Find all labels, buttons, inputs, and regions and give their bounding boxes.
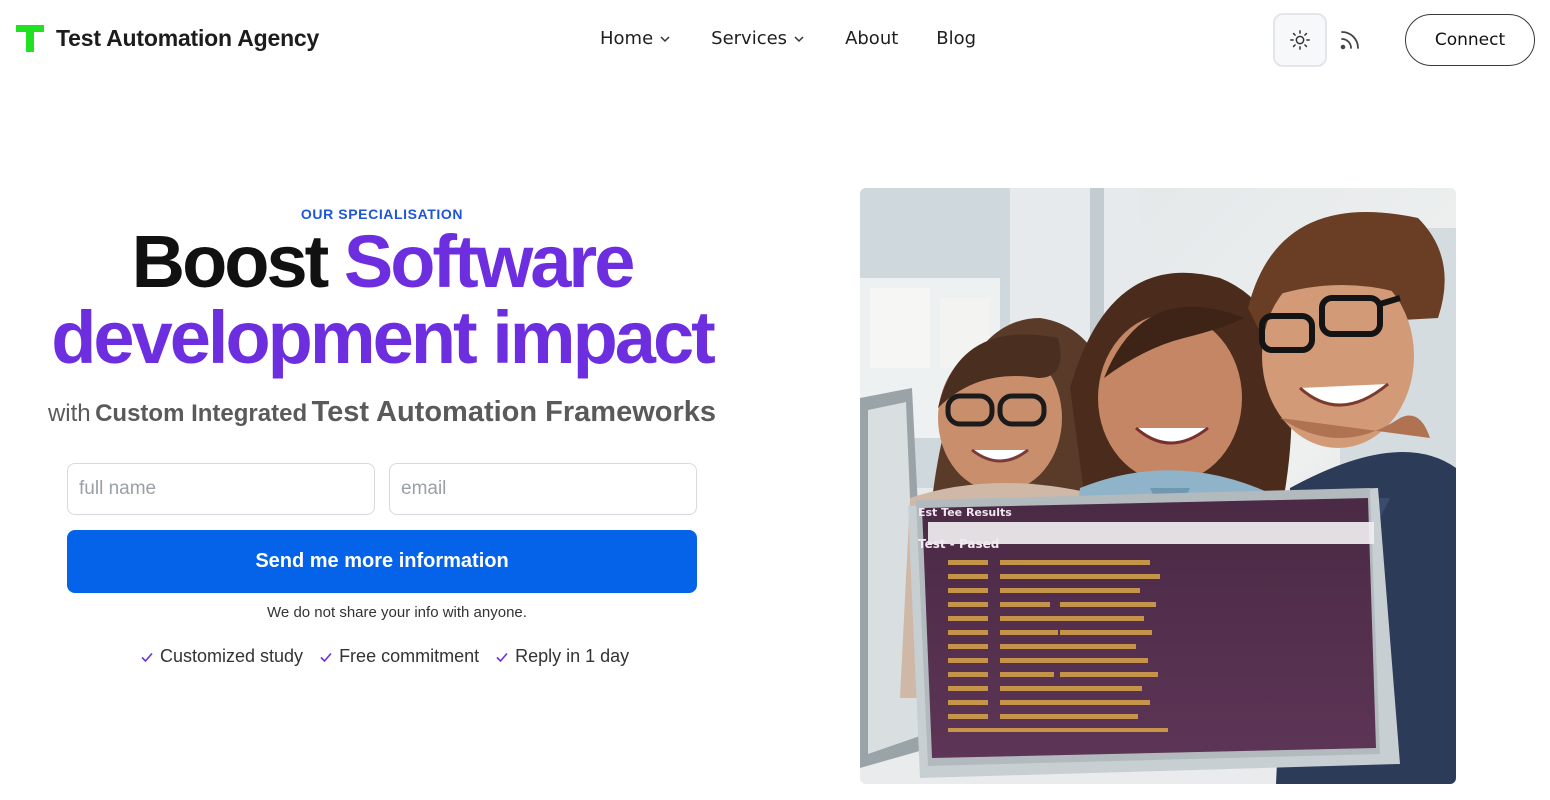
benefit-item: Customized study [140,646,303,667]
benefit-label: Customized study [160,646,304,666]
subhead-part-1: with [47,400,91,427]
connect-button[interactable]: Connect [1405,14,1535,66]
benefit-label: Free commitment [339,646,480,666]
send-info-button[interactable]: Send me more information [67,530,697,593]
rss-feed-button[interactable] [1336,26,1364,54]
sun-icon [1290,30,1310,50]
nav-home-label: Home [600,28,654,49]
check-icon [320,652,332,662]
site-header: Test Automation Agency Home Services Abo… [0,0,1550,80]
nav-blog[interactable]: Blog [936,28,976,49]
hero-headline: Boost Software development impact [0,224,764,376]
benefits-list: Customized study Free commitment Reply i… [140,646,645,667]
rss-icon [1340,31,1359,50]
chevron-down-icon [794,35,804,42]
logo-t-icon [16,25,44,52]
headline-purple-word: Software [343,220,636,303]
full-name-input[interactable] [67,463,375,515]
theme-toggle-button[interactable] [1273,13,1327,67]
subhead-part-3: Test Automation Frameworks [311,396,717,428]
benefit-item: Reply in 1 day [495,646,629,667]
privacy-note: We do not share your info with anyone. [267,604,527,621]
nav-blog-label: Blog [936,28,977,49]
hero-subheading: with Custom Integrated Test Automation F… [0,396,764,429]
check-icon [141,652,153,662]
nav-about[interactable]: About [845,28,898,49]
main-nav: Home Services About Blog [600,28,976,49]
subhead-part-2: Custom Integrated [95,400,308,427]
nav-services-label: Services [711,28,788,49]
team-at-laptop-illustration: Est Tee Results Test - Pased [860,188,1456,784]
nav-services[interactable]: Services [711,28,805,49]
benefit-label: Reply in 1 day [515,646,630,666]
nav-about-label: About [845,28,899,49]
headline-dark-word: Boost [131,220,330,303]
email-input[interactable] [389,463,697,515]
screen-title: Est Tee Results [918,506,1012,519]
nav-home[interactable]: Home [600,28,671,49]
hero-photo: Est Tee Results Test - Pased [860,188,1456,784]
screen-subtitle: Test - Pased [918,537,999,551]
benefit-item: Free commitment [319,646,479,667]
brand-logo[interactable]: Test Automation Agency [14,22,319,54]
headline-purple-line: development impact [51,296,716,379]
chevron-down-icon [660,35,670,42]
brand-name: Test Automation Agency [56,24,320,51]
check-icon [496,652,508,662]
